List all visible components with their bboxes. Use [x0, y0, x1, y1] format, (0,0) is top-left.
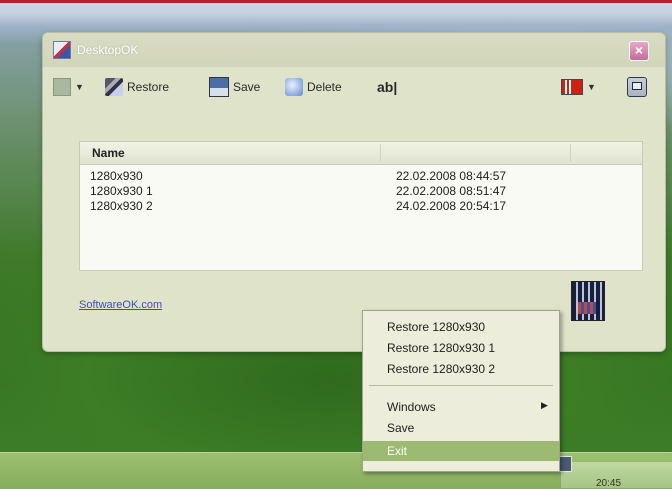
desktopok-window: DesktopOK × ▼ Restore Save Delete ab| ▼ [42, 32, 666, 352]
view-dropdown[interactable]: ▼ [53, 75, 84, 99]
item-name: 1280x930 [90, 169, 143, 183]
tray-context-menu: Restore 1280x930 Restore 1280x930 1 Rest… [362, 310, 560, 472]
menu-item-restore-3[interactable]: Restore 1280x930 2 [363, 359, 559, 379]
menu-item-label: Restore 1280x930 2 [387, 362, 496, 376]
text-edit-icon: ab| [377, 79, 398, 95]
list-header: Name [80, 142, 642, 165]
save-label: Save [233, 80, 261, 94]
rename-button[interactable]: ab| [377, 75, 397, 99]
submenu-arrow-icon: ▶ [541, 400, 548, 410]
menu-item-label: Windows [387, 400, 436, 414]
menu-item-label: Save [387, 421, 415, 435]
menu-item-label: Exit [387, 444, 408, 458]
item-date: 22.02.2008 08:44:57 [396, 169, 507, 183]
top-border-line [0, 0, 672, 3]
toolbar: ▼ Restore Save Delete ab| ▼ [43, 75, 665, 101]
menu-item-save[interactable]: Save [363, 418, 559, 438]
menu-item-label: Restore 1280x930 1 [387, 341, 496, 355]
list-item[interactable]: 1280x930 2 24.02.2008 20:54:17 [80, 198, 642, 213]
restore-icon [105, 78, 123, 96]
delete-icon [285, 78, 303, 96]
item-name: 1280x930 1 [90, 184, 153, 198]
item-date: 24.02.2008 20:54:17 [396, 199, 507, 213]
chevron-down-icon: ▼ [587, 82, 596, 92]
language-dropdown[interactable]: ▼ [561, 75, 596, 99]
menu-item-restore-1[interactable]: Restore 1280x930 [363, 317, 559, 337]
tray-clock: 20:45 [596, 478, 622, 489]
restore-label: Restore [127, 80, 170, 94]
window-mode-button[interactable] [627, 75, 647, 99]
menu-item-exit[interactable]: Exit [363, 441, 559, 461]
softwareok-link[interactable]: SoftwareOK.com [79, 299, 162, 311]
flag-icon [561, 79, 583, 95]
menu-item-label: Restore 1280x930 [387, 320, 486, 334]
restore-button[interactable]: Restore [105, 75, 169, 99]
delete-label: Delete [307, 80, 342, 94]
view-icon [53, 78, 71, 96]
column-header-name[interactable]: Name [92, 146, 125, 160]
title-bar[interactable]: DesktopOK × [43, 33, 665, 67]
item-date: 22.02.2008 08:51:47 [396, 184, 507, 198]
close-button[interactable]: × [629, 41, 649, 61]
menu-separator [369, 385, 553, 386]
window-icon [627, 77, 647, 97]
desktop-grid-icon[interactable] [571, 281, 605, 321]
layout-list[interactable]: Name 1280x930 22.02.2008 08:44:57 1280x9… [79, 141, 643, 271]
save-button[interactable]: Save [209, 75, 260, 99]
item-name: 1280x930 2 [90, 199, 153, 213]
list-item[interactable]: 1280x930 22.02.2008 08:44:57 [80, 168, 642, 183]
column-divider[interactable] [570, 144, 571, 162]
menu-item-windows[interactable]: Windows ▶ [363, 397, 559, 417]
list-item-selected[interactable]: 1280x930 1 22.02.2008 08:51:47 [80, 183, 642, 198]
window-title: DesktopOK [77, 43, 139, 57]
column-divider[interactable] [380, 144, 381, 162]
delete-button[interactable]: Delete [285, 75, 342, 99]
app-icon [53, 41, 71, 59]
chevron-down-icon: ▼ [75, 82, 84, 92]
save-icon [209, 77, 229, 97]
menu-item-restore-2[interactable]: Restore 1280x930 1 [363, 338, 559, 358]
